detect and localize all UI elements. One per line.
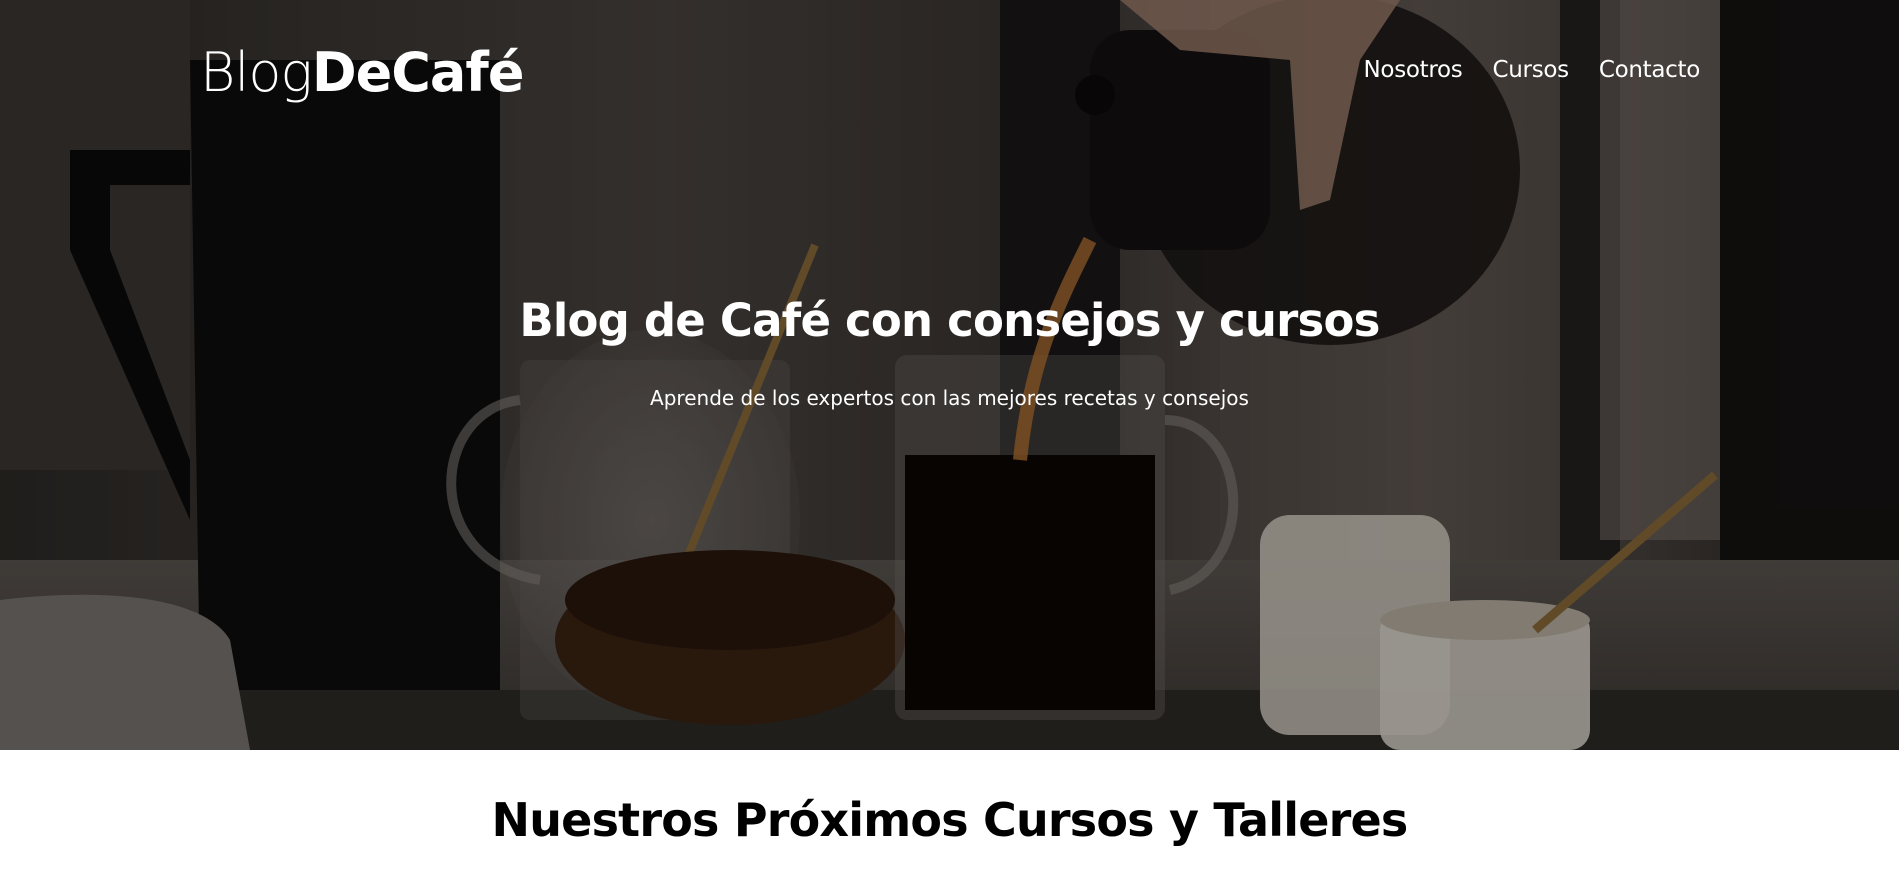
site-logo[interactable]: BlogDeCafé xyxy=(200,38,525,108)
main-navigation: Nosotros Cursos Contacto xyxy=(1364,52,1701,88)
hero-section: BlogDeCafé Nosotros Cursos Contacto Blog… xyxy=(0,0,1899,750)
nav-link-contacto[interactable]: Contacto xyxy=(1599,52,1700,88)
courses-section-title: Nuestros Próximos Cursos y Talleres xyxy=(491,793,1409,847)
courses-section: Nuestros Próximos Cursos y Talleres xyxy=(0,750,1899,892)
logo-light-text: Blog xyxy=(200,41,313,104)
site-header: BlogDeCafé Nosotros Cursos Contacto xyxy=(0,0,1899,140)
nav-link-cursos[interactable]: Cursos xyxy=(1493,52,1570,88)
hero-content: Blog de Café con consejos y cursos Apren… xyxy=(0,290,1899,414)
hero-title: Blog de Café con consejos y cursos xyxy=(519,294,1380,347)
logo-bold-text: DeCafé xyxy=(311,41,525,104)
nav-link-nosotros[interactable]: Nosotros xyxy=(1364,52,1463,88)
hero-subtitle: Aprende de los expertos con las mejores … xyxy=(650,386,1249,410)
